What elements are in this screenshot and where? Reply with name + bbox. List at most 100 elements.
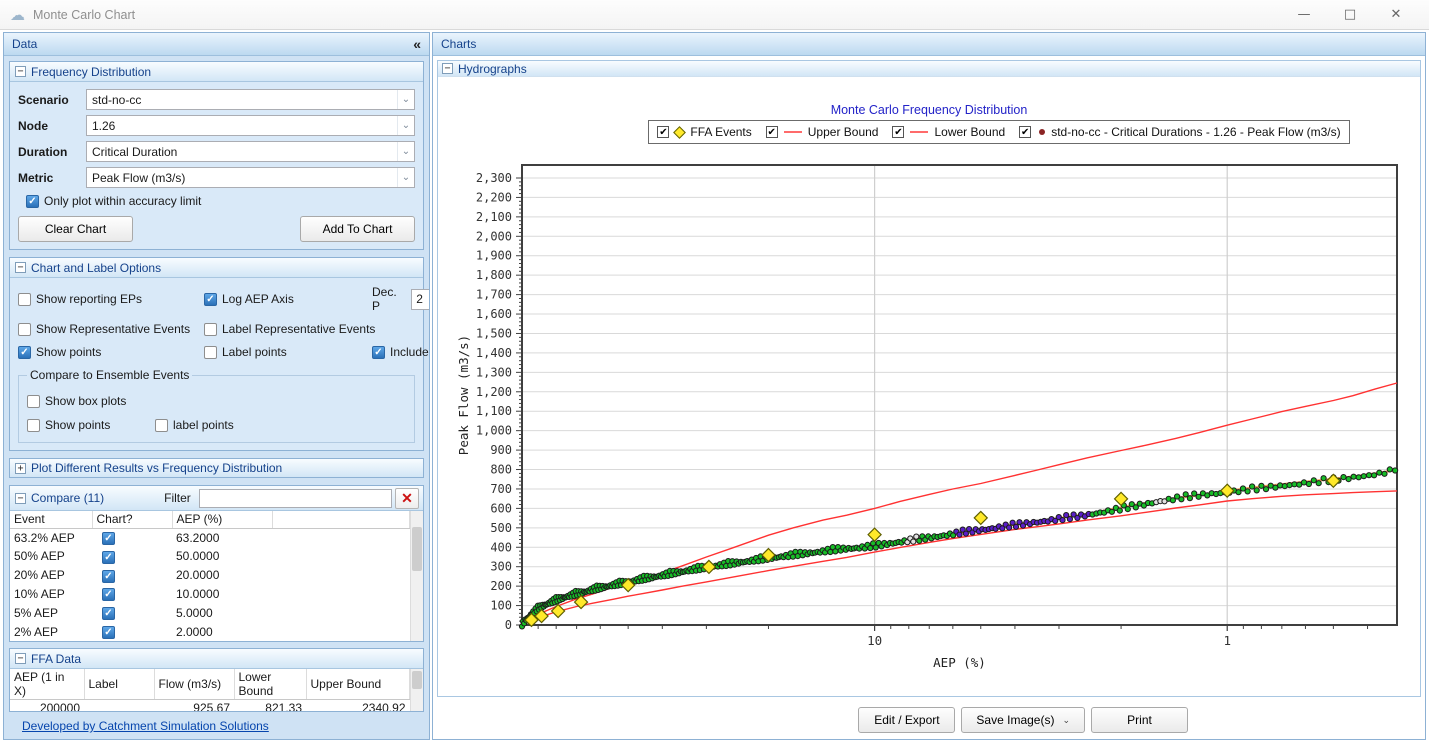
log-aep-axis-checkbox[interactable] — [204, 293, 217, 306]
ffa-scrollbar[interactable] — [410, 669, 423, 711]
row-chart-checkbox[interactable] — [102, 551, 115, 564]
ffa-table-header-row: AEP (1 in X) Label Flow (m3/s) Lower Bou… — [10, 669, 410, 700]
svg-text:2,300: 2,300 — [476, 171, 512, 185]
legend-checkbox[interactable] — [657, 126, 669, 138]
include-ffa-checkbox[interactable] — [372, 346, 385, 359]
ensemble-show-points-checkbox[interactable] — [27, 419, 40, 432]
compare-table-row[interactable]: 50% AEP 50.0000 — [10, 547, 410, 566]
ensemble-events-title: Compare to Ensemble Events — [27, 368, 192, 382]
show-points-option[interactable]: Show points — [18, 345, 204, 359]
chevron-down-icon[interactable]: ⌄ — [397, 116, 414, 135]
legend-checkbox[interactable] — [1019, 126, 1031, 138]
collapse-minus-icon[interactable]: − — [15, 66, 26, 77]
save-images-button[interactable]: Save Image(s) ⌄ — [961, 707, 1085, 733]
ensemble-label-points-option[interactable]: label points — [155, 418, 406, 432]
label-representative-option[interactable]: Label Representative Events — [204, 322, 372, 336]
ensemble-events-group: Compare to Ensemble Events Show box plot… — [18, 368, 415, 443]
show-reporting-eps-checkbox[interactable] — [18, 293, 31, 306]
label-points-checkbox[interactable] — [204, 346, 217, 359]
node-select[interactable]: 1.26 ⌄ — [86, 115, 415, 136]
log-aep-axis-option[interactable]: Log AEP Axis — [204, 285, 372, 313]
compare-table-body: 63.2% AEP 63.200050% AEP 50.000020% AEP … — [10, 528, 410, 641]
collapse-panel-icon[interactable]: « — [413, 36, 421, 52]
window-controls: — □ ✕ — [1281, 1, 1419, 29]
ffa-col-upper[interactable]: Upper Bound — [306, 669, 410, 700]
series-ffa-events — [525, 474, 1340, 626]
show-points-checkbox[interactable] — [18, 346, 31, 359]
chart-options-group: − Chart and Label Options Show reporting… — [9, 257, 424, 451]
compare-table-row[interactable]: 2% AEP 2.0000 — [10, 622, 410, 641]
label-representative-checkbox[interactable] — [204, 323, 217, 336]
row-chart-checkbox[interactable] — [102, 532, 115, 545]
frequency-distribution-plot: 01002003004005006007008009001,0001,1001,… — [438, 77, 1421, 693]
row-chart-checkbox[interactable] — [102, 570, 115, 583]
compare-col-event[interactable]: Event — [10, 511, 92, 528]
svg-text:600: 600 — [490, 501, 512, 515]
row-chart-checkbox[interactable] — [102, 588, 115, 601]
compare-col-chart[interactable]: Chart? — [92, 511, 172, 528]
collapse-minus-icon[interactable]: − — [15, 262, 26, 273]
row-chart-checkbox[interactable] — [102, 607, 115, 620]
hydrographs-header[interactable]: − Hydrographs — [438, 61, 1420, 77]
frequency-distribution-header[interactable]: − Frequency Distribution — [10, 62, 423, 82]
ffa-scrollbar-thumb[interactable] — [412, 671, 422, 689]
filter-input[interactable] — [199, 489, 392, 508]
legend-item: std-no-cc - Critical Durations - 1.26 - … — [1019, 125, 1340, 139]
ffa-table-row[interactable]: 200000925.67821.332340.92 — [10, 700, 410, 712]
add-to-chart-button[interactable]: Add To Chart — [300, 216, 415, 242]
compare-scrollbar[interactable] — [410, 511, 423, 641]
chevron-down-icon[interactable]: ⌄ — [397, 168, 414, 187]
compare-table-row[interactable]: 5% AEP 5.0000 — [10, 603, 410, 622]
chevron-down-icon[interactable]: ⌄ — [397, 90, 414, 109]
legend-checkbox[interactable] — [766, 126, 778, 138]
collapse-minus-icon[interactable]: − — [15, 653, 26, 664]
accuracy-limit-checkbox[interactable] — [26, 195, 39, 208]
show-box-plots-checkbox[interactable] — [27, 395, 40, 408]
compare-col-aep[interactable]: AEP (%) — [172, 511, 272, 528]
close-button[interactable]: ✕ — [1373, 1, 1419, 29]
chart-options-header[interactable]: − Chart and Label Options — [10, 258, 423, 278]
collapse-minus-icon[interactable]: − — [442, 63, 453, 74]
ffa-data-header[interactable]: − FFA Data — [10, 649, 423, 669]
ffa-col-lower[interactable]: Lower Bound — [234, 669, 306, 700]
filter-label: Filter — [164, 491, 191, 505]
expand-plus-icon[interactable]: + — [15, 463, 26, 474]
metric-select[interactable]: Peak Flow (m3/s) ⌄ — [86, 167, 415, 188]
include-ffa-option[interactable]: Include FFA — [372, 345, 429, 359]
developer-link[interactable]: Developed by Catchment Simulation Soluti… — [22, 719, 269, 733]
legend-checkbox[interactable] — [892, 126, 904, 138]
ffa-col-flow[interactable]: Flow (m3/s) — [154, 669, 234, 700]
show-representative-option[interactable]: Show Representative Events — [18, 322, 204, 336]
collapse-minus-icon[interactable]: − — [15, 493, 26, 504]
plot-results-section-header[interactable]: + Plot Different Results vs Frequency Di… — [9, 458, 424, 478]
dec-p-spinner[interactable]: 2 ▲▼ — [411, 289, 429, 310]
ffa-col-label[interactable]: Label — [84, 669, 154, 700]
compare-table-row[interactable]: 63.2% AEP 63.2000 — [10, 528, 410, 547]
clear-chart-button[interactable]: Clear Chart — [18, 216, 133, 242]
duration-select[interactable]: Critical Duration ⌄ — [86, 141, 415, 162]
chart-options-body: Show reporting EPs Log AEP Axis Dec. P 2… — [10, 278, 423, 450]
svg-text:2,200: 2,200 — [476, 190, 512, 204]
ensemble-label-points-checkbox[interactable] — [155, 419, 168, 432]
show-representative-checkbox[interactable] — [18, 323, 31, 336]
svg-text:1,700: 1,700 — [476, 288, 512, 302]
compare-scrollbar-thumb[interactable] — [412, 527, 422, 571]
label-points-option[interactable]: Label points — [204, 345, 372, 359]
row-chart-checkbox[interactable] — [102, 626, 115, 639]
svg-text:2,100: 2,100 — [476, 210, 512, 224]
compare-table-row[interactable]: 10% AEP 10.0000 — [10, 584, 410, 603]
ffa-table-body: 200000925.67821.332340.92100000919.35818… — [10, 700, 410, 712]
ffa-col-aep[interactable]: AEP (1 in X) — [10, 669, 84, 700]
accuracy-limit-checkbox-row[interactable]: Only plot within accuracy limit — [26, 194, 415, 208]
clear-filter-button[interactable]: ✕ — [395, 488, 419, 509]
minimize-button[interactable]: — — [1281, 1, 1327, 29]
print-button[interactable]: Print — [1091, 707, 1188, 733]
show-reporting-eps-option[interactable]: Show reporting EPs — [18, 285, 204, 313]
scenario-select[interactable]: std-no-cc ⌄ — [86, 89, 415, 110]
compare-table-row[interactable]: 20% AEP 20.0000 — [10, 566, 410, 585]
show-box-plots-option[interactable]: Show box plots — [27, 394, 406, 408]
chevron-down-icon[interactable]: ⌄ — [397, 142, 414, 161]
maximize-button[interactable]: □ — [1327, 1, 1373, 29]
ensemble-show-points-option[interactable]: Show points — [27, 418, 155, 432]
edit-export-button[interactable]: Edit / Export — [858, 707, 955, 733]
